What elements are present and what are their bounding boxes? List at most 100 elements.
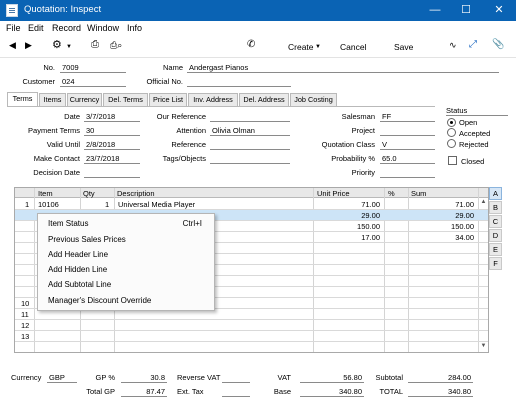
tab-currency[interactable]: Currency (67, 93, 102, 106)
page-tab-c[interactable]: C (489, 215, 502, 228)
prev-record-icon[interactable]: ◀ (9, 40, 16, 51)
print-icon[interactable]: ⎙ (91, 39, 99, 50)
menu-record[interactable]: Record (52, 23, 81, 33)
sum-cell[interactable]: 34.00 (408, 233, 474, 242)
qty-cell[interactable]: 1 (105, 200, 109, 209)
date-field[interactable]: 3/7/2018 (84, 112, 140, 122)
unit-price-cell[interactable]: 150.00 (313, 222, 380, 231)
scroll-up-icon[interactable]: ▲ (479, 199, 488, 205)
currency-field[interactable]: GBP (47, 373, 77, 383)
gear-icon[interactable]: ⚙ (52, 38, 62, 51)
status-rejected-radio[interactable] (447, 139, 456, 148)
attention-field[interactable]: Olivia Olman (210, 126, 290, 136)
minimize-button[interactable]: — (420, 0, 450, 21)
base-label: Base (273, 387, 291, 396)
menu-window[interactable]: Window (87, 23, 119, 33)
gp-percent-field: 30.8 (121, 373, 167, 383)
menu-info[interactable]: Info (127, 23, 142, 33)
make-contact-label: Make Contact (33, 154, 80, 163)
make-contact-field[interactable]: 23/7/2018 (84, 154, 140, 164)
scroll-down-icon[interactable]: ▼ (479, 343, 488, 349)
tags-objects-label: Tags/Objects (162, 154, 206, 163)
page-tab-b[interactable]: B (489, 201, 502, 214)
expand-icon[interactable]: ⤢ (469, 39, 477, 50)
status-accepted-label: Accepted (459, 129, 491, 138)
menu-add-subtotal-line[interactable]: Add Subtotal Line (48, 280, 208, 289)
tab-del-terms[interactable]: Del. Terms (103, 93, 148, 106)
col-sum-header[interactable]: Sum (411, 189, 426, 198)
menu-managers-discount-override[interactable]: Manager's Discount Override (48, 296, 208, 305)
reference-field[interactable] (210, 140, 290, 150)
tab-job-costing[interactable]: Job Costing (290, 93, 337, 106)
closed-checkbox[interactable] (448, 156, 457, 165)
item-cell[interactable]: 10106 (38, 200, 59, 209)
menu-edit[interactable]: Edit (28, 23, 44, 33)
next-record-icon[interactable]: ▶ (25, 40, 32, 51)
tab-terms[interactable]: Terms (7, 92, 38, 106)
no-field[interactable]: 7009 (60, 63, 126, 73)
sum-cell[interactable]: 71.00 (408, 200, 474, 209)
menu-add-hidden-line[interactable]: Add Hidden Line (48, 265, 208, 274)
col-description-header[interactable]: Description (117, 189, 155, 198)
create-button[interactable]: Create (288, 42, 314, 52)
tab-items[interactable]: Items (39, 93, 66, 106)
status-open-radio[interactable] (447, 118, 456, 127)
status-divider (446, 115, 508, 116)
col-unit-price-header[interactable]: Unit Price (317, 189, 350, 198)
page-tab-a[interactable]: A (489, 187, 502, 200)
our-reference-field[interactable] (210, 112, 290, 122)
sum-cell[interactable]: 150.00 (408, 222, 474, 231)
priority-field[interactable] (380, 168, 435, 178)
chevron-down-icon[interactable]: ▼ (66, 44, 72, 50)
phone-icon[interactable]: ✆ (247, 39, 255, 50)
create-chevron-icon[interactable]: ▼ (315, 44, 321, 50)
decision-date-field[interactable] (84, 168, 140, 178)
row-number: 10 (21, 299, 30, 308)
valid-until-field[interactable]: 2/8/2018 (84, 140, 140, 150)
menu-add-header-line[interactable]: Add Header Line (48, 250, 208, 259)
activity-icon[interactable]: ∿ (449, 40, 457, 51)
unit-price-cell[interactable]: 29.00 (313, 211, 380, 220)
menu-item-status[interactable]: Item Status Ctrl+I (48, 219, 208, 228)
col-item-header[interactable]: Item (38, 189, 53, 198)
official-no-field[interactable] (187, 77, 291, 87)
tab-del-address[interactable]: Del. Address (239, 93, 289, 106)
customer-field[interactable]: 024 (60, 77, 126, 87)
payment-terms-field[interactable]: 30 (84, 126, 140, 136)
col-qty-header[interactable]: Qty (83, 189, 95, 198)
status-accepted-radio[interactable] (447, 128, 456, 137)
description-cell[interactable]: Universal Media Player (118, 200, 195, 209)
project-label: Project (351, 126, 375, 135)
page-tab-f[interactable]: F (489, 257, 502, 270)
page-tab-d[interactable]: D (489, 229, 502, 242)
sum-cell[interactable]: 29.00 (408, 211, 474, 220)
quotation-class-field[interactable]: V (380, 140, 435, 150)
menu-file[interactable]: File (6, 23, 21, 33)
close-button[interactable]: ✕ (484, 0, 514, 21)
row-number: 11 (21, 310, 29, 319)
save-button[interactable]: Save (394, 42, 413, 52)
table-row[interactable]: 13 (15, 331, 488, 342)
attachment-icon[interactable]: 📎 (492, 39, 504, 50)
toolbar: ◀ ▶ ⚙ ▼ ⎙ ⎙⌕ ✆ Create ▼ Cancel Save ∿ ⤢ … (0, 36, 516, 58)
probability-field[interactable]: 65.0 (380, 154, 435, 164)
tab-inv-address[interactable]: Inv. Address (188, 93, 238, 106)
table-row[interactable]: 12 (15, 320, 488, 331)
closed-label: Closed (461, 157, 485, 166)
unit-price-cell[interactable]: 71.00 (313, 200, 380, 209)
project-field[interactable] (380, 126, 435, 136)
table-row[interactable]: 1 10106 1 Universal Media Player 71.00 7… (15, 199, 488, 210)
cancel-button[interactable]: Cancel (340, 42, 366, 52)
maximize-button[interactable]: ☐ (451, 0, 481, 21)
name-field[interactable]: Andergast Pianos (187, 63, 499, 73)
col-percent-header[interactable]: % (388, 189, 395, 198)
tags-objects-field[interactable] (210, 154, 290, 164)
unit-price-cell[interactable]: 17.00 (313, 233, 380, 242)
salesman-label: Salesman (341, 112, 375, 121)
salesman-field[interactable]: FF (380, 112, 435, 122)
subtotal-label: Subtotal (375, 373, 403, 382)
menu-previous-sales-prices[interactable]: Previous Sales Prices (48, 235, 208, 244)
print-preview-icon[interactable]: ⎙⌕ (110, 40, 122, 51)
page-tab-e[interactable]: E (489, 243, 502, 256)
tab-price-list[interactable]: Price List (149, 93, 187, 106)
